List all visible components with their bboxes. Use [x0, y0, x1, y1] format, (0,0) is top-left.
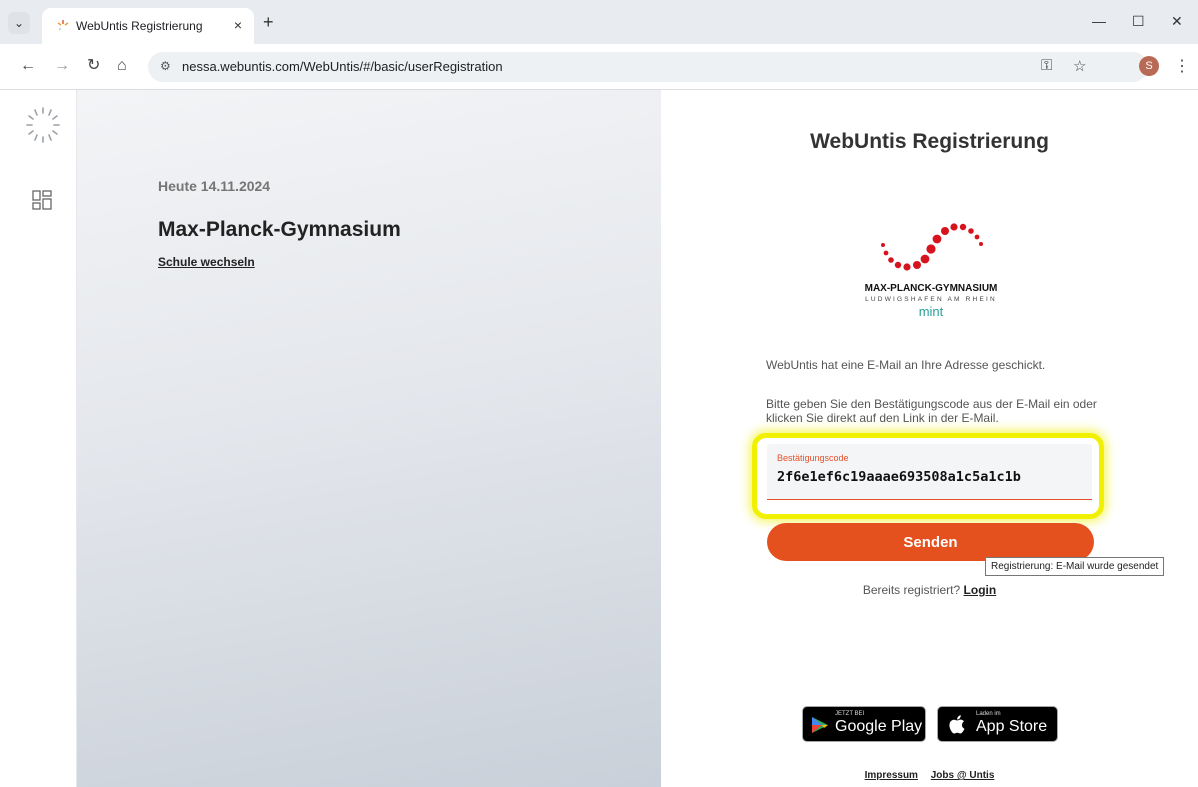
already-registered: Bereits registriert? Login	[661, 583, 1198, 597]
app-store-text: App Store	[976, 718, 1048, 735]
already-registered-text: Bereits registriert?	[862, 583, 961, 597]
tab-close-icon[interactable]: ×	[234, 17, 242, 33]
confirmation-code-label: Bestätigungscode	[777, 453, 849, 463]
home-icon[interactable]: ⌂	[117, 57, 127, 75]
send-button[interactable]: Senden	[767, 523, 1094, 561]
jobs-link[interactable]: Jobs @ Untis	[931, 770, 995, 781]
minimize-icon[interactable]: —	[1092, 13, 1106, 29]
login-link[interactable]: Login	[964, 583, 997, 597]
reload-icon[interactable]: ↻	[87, 57, 100, 75]
school-info-panel: Heute 14.11.2024 Max-Planck-Gymnasium Sc…	[77, 90, 661, 787]
tab-strip: ⌄ WebUntis Registrierung × + — ☐ ✕	[0, 0, 1198, 44]
google-play-icon	[812, 717, 828, 733]
back-icon[interactable]: ←	[20, 57, 36, 75]
email-sent-message: WebUntis hat eine E-Mail an Ihre Adresse…	[766, 358, 1046, 372]
status-tooltip: Registrierung: E-Mail wurde gesendet	[985, 557, 1165, 576]
app-store-small-text: Laden im	[976, 711, 1001, 717]
more-icon[interactable]: ⋮	[1174, 56, 1190, 76]
logo-school-name: MAX-PLANCK-GYMNASIUM	[864, 283, 998, 294]
new-tab-button[interactable]: +	[263, 13, 274, 31]
tab-title: WebUntis Registrierung	[76, 19, 203, 33]
tab-search-button[interactable]: ⌄	[8, 12, 30, 34]
google-play-badge[interactable]: JETZT BEI Google Play	[802, 706, 926, 742]
impressum-link[interactable]: Impressum	[865, 770, 918, 781]
footer-links: Impressum Jobs @ Untis	[661, 770, 1198, 781]
google-play-text: Google Play	[835, 718, 923, 735]
profile-avatar[interactable]: S	[1139, 56, 1159, 76]
confirmation-code-input[interactable]	[777, 469, 1082, 485]
dashboard-icon[interactable]	[32, 190, 52, 210]
switch-school-link[interactable]: Schule wechseln	[158, 255, 255, 269]
google-play-small-text: JETZT BEI	[835, 711, 865, 717]
webuntis-favicon-icon	[57, 20, 69, 31]
school-name: Max-Planck-Gymnasium	[158, 218, 401, 241]
registration-panel: WebUntis Registrierung MAX-PLANCK-GYMNAS…	[661, 90, 1198, 787]
page-title: WebUntis Registrierung	[810, 130, 1049, 153]
star-icon[interactable]: ☆	[1073, 57, 1086, 75]
app-store-badge[interactable]: Laden im App Store	[937, 706, 1058, 742]
side-rail	[0, 90, 77, 787]
address-bar[interactable]: ⚙ nessa.webuntis.com/WebUntis/#/basic/us…	[148, 52, 1148, 82]
enter-code-instructions: Bitte geben Sie den Bestätigungscode aus…	[766, 397, 1097, 425]
close-window-icon[interactable]: ✕	[1171, 13, 1183, 30]
forward-icon[interactable]: →	[54, 57, 70, 75]
browser-toolbar: ← → ↻ ⌂ ⚙ nessa.webuntis.com/WebUntis/#/…	[0, 44, 1198, 90]
logo-mint: mint	[918, 304, 944, 319]
current-date: Heute 14.11.2024	[158, 178, 271, 194]
maximize-icon[interactable]: ☐	[1132, 13, 1145, 30]
webuntis-logo-icon	[26, 107, 60, 143]
confirmation-code-field[interactable]: Bestätigungscode	[767, 444, 1092, 500]
browser-tab[interactable]: WebUntis Registrierung ×	[42, 8, 254, 44]
school-logo-mark-icon	[881, 223, 983, 271]
key-icon[interactable]: ⚿	[1041, 57, 1052, 74]
webuntis-app: Heute 14.11.2024 Max-Planck-Gymnasium Sc…	[0, 90, 1198, 787]
apple-icon	[949, 715, 965, 734]
logo-city: LUDWIGSHAFEN AM RHEIN	[865, 296, 997, 303]
site-controls-icon[interactable]: ⚙	[160, 59, 171, 73]
url-text[interactable]: nessa.webuntis.com/WebUntis/#/basic/user…	[182, 59, 503, 74]
school-logo: MAX-PLANCK-GYMNASIUM LUDWIGSHAFEN AM RHE…	[841, 215, 1021, 345]
